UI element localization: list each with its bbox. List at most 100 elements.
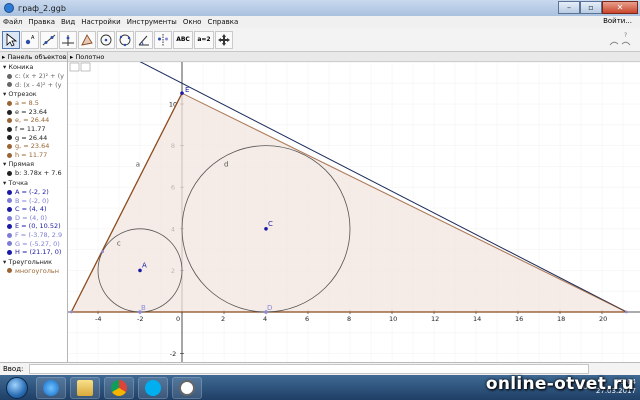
algebra-object-row[interactable]: d: (x - 4)² + (y: [0, 81, 67, 90]
object-label-c: c: [117, 239, 121, 247]
algebra-object-definition: B = (-2, 0): [15, 196, 49, 205]
taskbar-geogebra[interactable]: [172, 376, 202, 399]
visibility-toggle-icon[interactable]: [7, 126, 12, 132]
minimize-button[interactable]: –: [558, 1, 580, 14]
style-bar-grid-button[interactable]: [80, 62, 91, 72]
slider-tool-button[interactable]: a=2: [194, 30, 214, 49]
window-title: граф_2.ggb: [18, 3, 66, 13]
menu-edit[interactable]: Правка: [28, 18, 55, 26]
move-graphics-tool-button[interactable]: [215, 30, 233, 49]
point-tool-button[interactable]: A: [21, 30, 39, 49]
circle-three-points-tool-button[interactable]: [116, 30, 134, 49]
x-tick-label: 14: [473, 315, 481, 323]
circle-three-points-icon: [119, 34, 131, 46]
visibility-toggle-icon[interactable]: [7, 215, 12, 221]
algebra-object-row[interactable]: e, = 26.44: [0, 116, 67, 125]
visibility-toggle-icon[interactable]: [7, 268, 12, 274]
visibility-toggle-icon[interactable]: [7, 109, 12, 115]
algebra-group-header[interactable]: ▾ Отрезок: [0, 90, 67, 99]
algebra-object-row[interactable]: F = (-3.78, 2.9: [0, 231, 67, 240]
graphics-view[interactable]: ▸ Полотно -4-202468101214161820-2246810 …: [68, 52, 640, 362]
line-icon: [42, 34, 56, 45]
visibility-toggle-icon[interactable]: [7, 249, 12, 255]
algebra-group-header[interactable]: ▾ Коника: [0, 63, 67, 72]
visibility-toggle-icon[interactable]: [7, 73, 12, 79]
algebra-object-row[interactable]: b: 3.78x + 7.6: [0, 169, 67, 178]
x-tick-label: 4: [263, 315, 267, 323]
graphics-canvas[interactable]: -4-202468101214161820-2246810 ABCDEacd: [68, 62, 640, 362]
algebra-object-row[interactable]: многоугольн: [0, 267, 67, 276]
visibility-toggle-icon[interactable]: [7, 135, 12, 141]
point-marker[interactable]: [625, 310, 628, 314]
x-tick-label: 12: [431, 315, 439, 323]
input-field[interactable]: [29, 364, 590, 374]
visibility-toggle-icon[interactable]: [7, 189, 12, 195]
x-tick-label: 10: [389, 315, 397, 323]
algebra-object-row[interactable]: C = (4, 4): [0, 205, 67, 214]
circle-tool-button[interactable]: [97, 30, 115, 49]
angle-tool-button[interactable]: [135, 30, 153, 49]
folder-icon: [77, 379, 93, 396]
visibility-toggle-icon[interactable]: [7, 118, 12, 124]
close-button[interactable]: ✕: [602, 1, 638, 14]
visibility-toggle-icon[interactable]: [7, 171, 12, 177]
point-marker[interactable]: [69, 310, 73, 314]
visibility-toggle-icon[interactable]: [7, 198, 12, 204]
algebra-group-header[interactable]: ▾ Прямая: [0, 160, 67, 169]
triangle-fill[interactable]: [71, 93, 627, 313]
taskbar-skype[interactable]: [138, 376, 168, 399]
visibility-toggle-icon[interactable]: [7, 100, 12, 106]
undo-icon[interactable]: [609, 41, 619, 46]
algebra-object-row[interactable]: e = 23.64: [0, 108, 67, 117]
text-tool-button[interactable]: ABC: [173, 30, 193, 49]
move-tool-button[interactable]: [2, 30, 20, 49]
visibility-toggle-icon[interactable]: [7, 152, 12, 158]
menu-view[interactable]: Вид: [61, 18, 75, 26]
algebra-object-row[interactable]: A = (-2, 2): [0, 188, 67, 197]
point-E[interactable]: [180, 91, 184, 95]
algebra-object-row[interactable]: f = 11.77: [0, 125, 67, 134]
redo-icon[interactable]: [621, 41, 631, 46]
polygon-tool-button[interactable]: [78, 30, 96, 49]
start-button[interactable]: [6, 376, 28, 399]
reflect-tool-button[interactable]: [154, 30, 172, 49]
visibility-toggle-icon[interactable]: [7, 232, 12, 238]
visibility-toggle-icon[interactable]: [7, 241, 12, 247]
algebra-group-header[interactable]: ▾ Треугольник: [0, 258, 67, 267]
algebra-object-row[interactable]: a = 8.5: [0, 99, 67, 108]
algebra-object-row[interactable]: B = (-2, 0): [0, 197, 67, 206]
help-undo-icons[interactable]: ?: [602, 30, 634, 50]
move-cross-arrows-icon: [218, 33, 230, 46]
algebra-object-row[interactable]: E = (0, 10.52): [0, 222, 67, 231]
perpendicular-tool-button[interactable]: [59, 30, 77, 49]
taskbar-explorer[interactable]: [70, 376, 100, 399]
menu-tools[interactable]: Инструменты: [127, 18, 177, 26]
algebra-object-row[interactable]: g = 26.44: [0, 134, 67, 143]
style-bar-toggle-button[interactable]: [69, 62, 80, 72]
menu-settings[interactable]: Настройки: [81, 18, 121, 26]
algebra-object-row[interactable]: g, = 23.64: [0, 142, 67, 151]
visibility-toggle-icon[interactable]: [7, 224, 12, 230]
algebra-object-row[interactable]: h = 11.77: [0, 151, 67, 160]
visibility-toggle-icon[interactable]: [7, 206, 12, 212]
text-tool-label: ABC: [176, 36, 190, 43]
algebra-object-row[interactable]: D = (4, 0): [0, 214, 67, 223]
algebra-object-row[interactable]: H = (21.17, 0): [0, 248, 67, 257]
taskbar-ie[interactable]: [36, 376, 66, 399]
menu-window[interactable]: Окно: [183, 18, 202, 26]
menu-file[interactable]: Файл: [3, 18, 22, 26]
line-tool-button[interactable]: [40, 30, 58, 49]
visibility-toggle-icon[interactable]: [7, 143, 12, 149]
visibility-toggle-icon[interactable]: [7, 82, 12, 88]
menu-help[interactable]: Справка: [207, 18, 238, 26]
help-icon[interactable]: ?: [624, 32, 627, 39]
algebra-object-row[interactable]: c: (x + 2)² + (y: [0, 72, 67, 81]
taskbar-chrome[interactable]: [104, 376, 134, 399]
maximize-button[interactable]: ▫: [580, 1, 602, 14]
algebra-object-row[interactable]: G = (-5.27, 0): [0, 240, 67, 249]
algebra-group-header[interactable]: ▾ Точка: [0, 179, 67, 188]
point-label-C: C: [268, 220, 273, 228]
algebra-panel-header[interactable]: ▸ Панель объектов: [0, 52, 67, 62]
login-link[interactable]: Войти...: [603, 17, 632, 25]
point-marker[interactable]: [101, 250, 105, 254]
